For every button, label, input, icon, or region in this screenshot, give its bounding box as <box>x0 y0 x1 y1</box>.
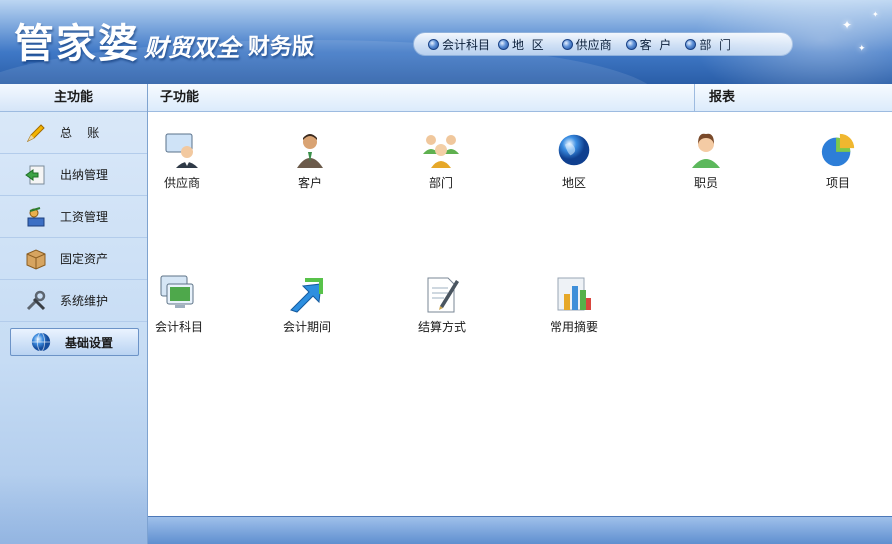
function-label: 客户 <box>297 176 322 190</box>
panel-header: 子功能 报表 <box>148 84 892 112</box>
sidebar-item-label: 工资管理 <box>60 210 109 224</box>
radio-dot-icon <box>685 38 697 50</box>
customer-icon <box>290 130 330 170</box>
sidebar-item-payroll[interactable]: 工资管理 <box>0 196 147 238</box>
function-department[interactable]: 部门 <box>401 130 481 191</box>
radio-dot-icon <box>561 38 573 50</box>
header-banner: 管家婆 财贸双全 财务版 ✦ ✦ ✦ 会计科目 地 区 供应商 客 户 部 门 <box>0 0 892 84</box>
quick-link-region[interactable]: 地 区 <box>498 36 544 53</box>
supplier-icon <box>162 130 202 170</box>
function-label: 部门 <box>428 176 453 190</box>
document-pen-icon <box>422 274 462 314</box>
quick-link-label: 供应商 <box>575 37 612 52</box>
monitor-icon <box>159 274 199 314</box>
sidebar-decoration <box>0 474 148 544</box>
sidebar-item-basic-settings[interactable]: 基础设置 <box>10 328 139 356</box>
radio-dot-icon <box>498 38 510 50</box>
sub-function-panel: 子功能 报表 供应商 客户 部门 地区 职员 项目 会计科目 会计期间 结算方式… <box>148 84 892 516</box>
brand-tagline: 财贸双全 <box>144 34 240 62</box>
function-settlement-method[interactable]: 结算方式 <box>402 274 482 335</box>
function-label: 项目 <box>825 176 850 190</box>
globe-icon <box>554 130 594 170</box>
employee-icon <box>686 130 726 170</box>
globe-icon <box>29 330 53 354</box>
function-label: 地区 <box>561 176 586 190</box>
sidebar-item-label: 系统维护 <box>60 294 109 308</box>
radio-dot-icon <box>428 38 439 50</box>
brand-edition: 财务版 <box>248 35 315 60</box>
quick-links-bar: 会计科目 地 区 供应商 客 户 部 门 <box>413 32 793 56</box>
quick-link-department[interactable]: 部 门 <box>685 36 731 53</box>
function-employee[interactable]: 职员 <box>666 130 746 191</box>
app-logo: 管家婆 财贸双全 财务版 <box>14 12 314 68</box>
function-customer[interactable]: 客户 <box>270 130 350 191</box>
sidebar-item-cashier[interactable]: 出纳管理 <box>0 154 147 196</box>
function-region[interactable]: 地区 <box>534 130 614 191</box>
sidebar-item-label: 基础设置 <box>65 335 114 350</box>
sidebar-item-label: 总 账 <box>60 126 100 140</box>
main-function-sidebar: 主功能 总 账 出纳管理 工资管理 固定资产 系统维护 基础设置 <box>0 84 148 544</box>
brand-name: 管家婆 <box>14 20 140 67</box>
quick-link-label: 会计科目 <box>442 37 491 52</box>
radio-dot-icon <box>625 38 637 50</box>
bar-chart-icon <box>554 274 594 314</box>
sidebar-item-label: 出纳管理 <box>60 168 109 182</box>
sidebar-title: 主功能 <box>0 84 147 112</box>
box-icon <box>24 247 48 271</box>
function-account-subject[interactable]: 会计科目 <box>139 274 219 335</box>
function-label: 常用摘要 <box>549 320 598 334</box>
sidebar-item-label: 固定资产 <box>60 252 109 266</box>
pie-chart-icon <box>818 130 858 170</box>
sidebar-item-fixed-assets[interactable]: 固定资产 <box>0 238 147 280</box>
sparkle-icon: ✦ <box>858 44 866 54</box>
function-accounting-period[interactable]: 会计期间 <box>267 274 347 335</box>
function-supplier[interactable]: 供应商 <box>142 130 222 191</box>
function-label: 供应商 <box>163 176 200 190</box>
sidebar-item-general-ledger[interactable]: 总 账 <box>0 112 147 154</box>
department-icon <box>421 130 461 170</box>
quick-link-customer[interactable]: 客 户 <box>625 36 672 53</box>
cashier-icon <box>24 163 48 187</box>
function-project[interactable]: 项目 <box>798 130 878 191</box>
function-label: 结算方式 <box>417 320 466 334</box>
quick-link-label: 部 门 <box>699 37 731 52</box>
function-label: 职员 <box>693 176 718 190</box>
sparkle-icon: ✦ <box>842 18 853 32</box>
function-label: 会计期间 <box>282 320 331 334</box>
quick-link-label: 客 户 <box>639 37 672 52</box>
function-label: 会计科目 <box>154 320 203 334</box>
status-footer <box>148 516 892 544</box>
payroll-icon <box>24 205 48 229</box>
tools-icon <box>24 289 48 313</box>
quick-link-account[interactable]: 会计科目 <box>428 36 490 53</box>
arrows-icon <box>287 274 327 314</box>
pencil-icon <box>24 121 48 145</box>
subfunction-title: 子功能 <box>160 90 200 105</box>
sidebar-item-system-maintenance[interactable]: 系统维护 <box>0 280 147 322</box>
quick-link-supplier[interactable]: 供应商 <box>561 36 612 53</box>
sparkle-icon: ✦ <box>872 10 879 19</box>
function-common-summary[interactable]: 常用摘要 <box>534 274 614 335</box>
quick-link-label: 地 区 <box>512 37 544 52</box>
report-tab[interactable]: 报表 <box>694 84 892 112</box>
